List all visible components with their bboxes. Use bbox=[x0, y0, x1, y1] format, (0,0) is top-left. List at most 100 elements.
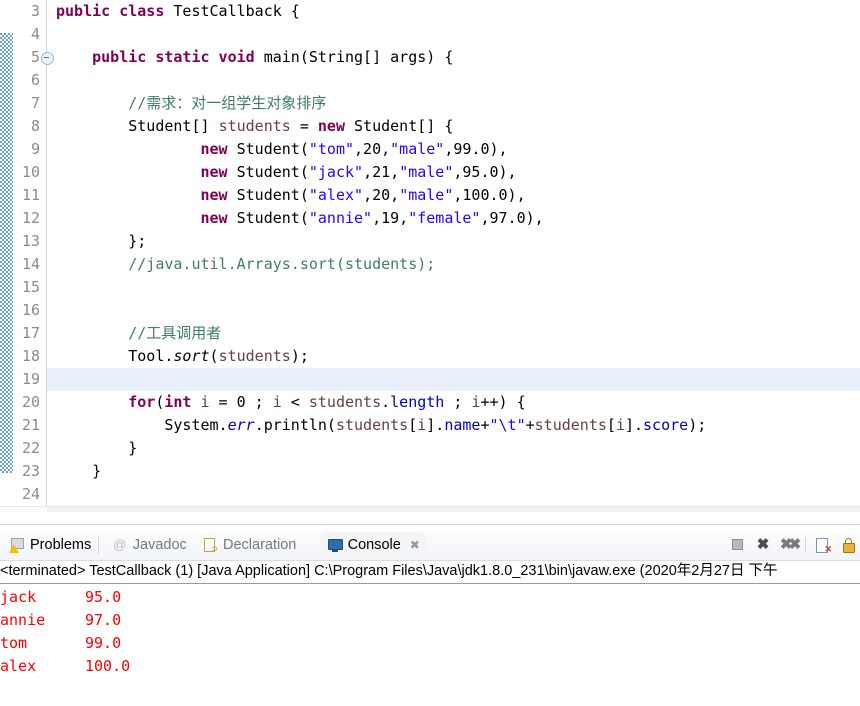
code-token: new bbox=[200, 140, 237, 158]
console-launch-header: <terminated> TestCallback (1) [Java Appl… bbox=[0, 561, 860, 584]
code-token: public bbox=[56, 2, 120, 20]
console-toolbar[interactable]: ✖ ✖✖ bbox=[730, 534, 856, 556]
code-token: ]. bbox=[624, 416, 644, 434]
code-line[interactable] bbox=[47, 299, 860, 322]
line-number: 22 bbox=[21, 439, 40, 457]
console-output-line: tom 99.0 bbox=[0, 632, 860, 655]
javadoc-icon: @ bbox=[113, 537, 127, 552]
code-token: students bbox=[308, 393, 382, 411]
code-line[interactable] bbox=[47, 276, 860, 299]
code-token: "alex" bbox=[308, 186, 364, 204]
code-line[interactable] bbox=[47, 368, 860, 391]
code-line[interactable]: } bbox=[47, 437, 860, 460]
scroll-lock-button[interactable] bbox=[840, 537, 856, 553]
code-token: students bbox=[534, 416, 607, 434]
tab-console[interactable]: Console ✖ bbox=[319, 532, 427, 558]
line-number: 24 bbox=[21, 485, 40, 503]
line-number: 7 bbox=[30, 94, 40, 112]
remove-all-terminated-button[interactable]: ✖✖ bbox=[780, 537, 801, 553]
code-token: "annie" bbox=[308, 209, 373, 227]
console-output-line: jack 95.0 bbox=[0, 586, 860, 609]
code-token: Student( bbox=[236, 163, 309, 181]
code-token: length bbox=[390, 393, 445, 411]
code-token: [ bbox=[606, 416, 616, 434]
code-token: ,99.0), bbox=[444, 140, 508, 158]
code-line[interactable]: }; bbox=[47, 230, 860, 253]
editor-gutter[interactable]: 345678910111213141516171819202122232425 bbox=[0, 0, 47, 512]
tab-javadoc[interactable]: @ Javadoc bbox=[105, 532, 194, 558]
code-token: ,95.0), bbox=[453, 163, 517, 181]
editor-horizontal-scrollbar[interactable]: ‹ bbox=[47, 506, 860, 512]
code-token: Student( bbox=[236, 209, 309, 227]
code-line[interactable]: new Student("annie",19,"female",97.0), bbox=[47, 207, 860, 230]
code-line[interactable] bbox=[47, 69, 860, 92]
bottom-view-stack: Problems @ Javadoc Declaration Console ✖ ✖ ✖✖… bbox=[0, 530, 860, 706]
console-output[interactable]: jack 95.0 annie 97.0 tom 99.0 alex 100.0 bbox=[0, 586, 860, 678]
code-line[interactable] bbox=[47, 23, 860, 46]
close-icon[interactable]: ✖ bbox=[410, 538, 420, 552]
line-number: 10 bbox=[21, 163, 40, 181]
code-line[interactable] bbox=[47, 483, 860, 506]
code-line[interactable]: new Student("tom",20,"male",99.0), bbox=[47, 138, 860, 161]
tab-declaration[interactable]: Declaration bbox=[195, 532, 303, 558]
code-token: "tom" bbox=[308, 140, 355, 158]
code-content[interactable]: public class TestCallback { public stati… bbox=[47, 0, 860, 512]
code-token: ; bbox=[444, 393, 472, 411]
terminate-button[interactable]: ✖ bbox=[755, 537, 771, 553]
scroll-left-arrow-icon[interactable]: ‹ bbox=[47, 507, 69, 513]
tab-label: Javadoc bbox=[132, 537, 187, 553]
code-line[interactable]: //java.util.Arrays.sort(students); bbox=[47, 253, 860, 276]
code-token: Student( bbox=[236, 140, 309, 158]
code-token: = bbox=[290, 117, 318, 135]
code-token: "male" bbox=[399, 163, 454, 181]
code-token: //需求：对一组学生对象排序 bbox=[128, 94, 327, 112]
code-token: }; bbox=[56, 232, 147, 250]
console-icon bbox=[327, 537, 343, 553]
code-token: . bbox=[381, 393, 391, 411]
code-line[interactable]: new Student("alex",20,"male",100.0), bbox=[47, 184, 860, 207]
code-line[interactable]: public static void main(String[] args) { bbox=[47, 46, 860, 69]
code-line[interactable]: //需求：对一组学生对象排序 bbox=[47, 92, 860, 115]
java-source-editor[interactable]: 345678910111213141516171819202122232425 … bbox=[0, 0, 860, 512]
code-token: students bbox=[218, 117, 291, 135]
code-line[interactable]: } bbox=[47, 460, 860, 483]
code-line[interactable]: public class TestCallback { bbox=[47, 0, 860, 23]
line-number: 9 bbox=[30, 140, 40, 158]
line-number-ruler: 345678910111213141516171819202122232425 bbox=[0, 0, 40, 512]
clear-console-button[interactable] bbox=[815, 537, 832, 555]
line-number: 21 bbox=[21, 416, 40, 434]
code-line[interactable]: Student[] students = new Student[] { bbox=[47, 115, 860, 138]
code-token: i bbox=[615, 416, 625, 434]
code-token: ); bbox=[688, 416, 707, 434]
code-token: "male" bbox=[399, 186, 454, 204]
code-token: main(String[] args) { bbox=[263, 48, 454, 66]
code-line[interactable]: for(int i = 0 ; i < students.length ; i+… bbox=[47, 391, 860, 414]
code-token: ++) { bbox=[480, 393, 526, 411]
line-number: 18 bbox=[21, 347, 40, 365]
code-line[interactable]: //工具调用者 bbox=[47, 322, 860, 345]
code-token: sort bbox=[173, 347, 210, 365]
tab-divider bbox=[97, 536, 99, 554]
stop-button[interactable] bbox=[730, 537, 746, 553]
line-number: 6 bbox=[30, 71, 40, 89]
code-token: ,97.0), bbox=[480, 209, 544, 227]
line-number: 5 bbox=[30, 48, 40, 66]
code-token: Student[] { bbox=[354, 117, 454, 135]
code-line[interactable]: System.err.println(students[i].name+"\t"… bbox=[47, 414, 860, 437]
code-line[interactable]: Tool.sort(students); bbox=[47, 345, 860, 368]
code-token: "female" bbox=[408, 209, 481, 227]
code-token: new bbox=[317, 117, 355, 135]
code-line[interactable]: new Student("jack",21,"male",95.0), bbox=[47, 161, 860, 184]
student-name: annie bbox=[0, 611, 46, 629]
editor-scroll-corner bbox=[0, 506, 47, 512]
code-token: Tool. bbox=[56, 347, 174, 365]
code-token: .println( bbox=[254, 416, 336, 434]
tab-problems[interactable]: Problems bbox=[2, 532, 98, 558]
student-name: jack bbox=[0, 588, 37, 606]
student-name: alex bbox=[0, 657, 37, 675]
